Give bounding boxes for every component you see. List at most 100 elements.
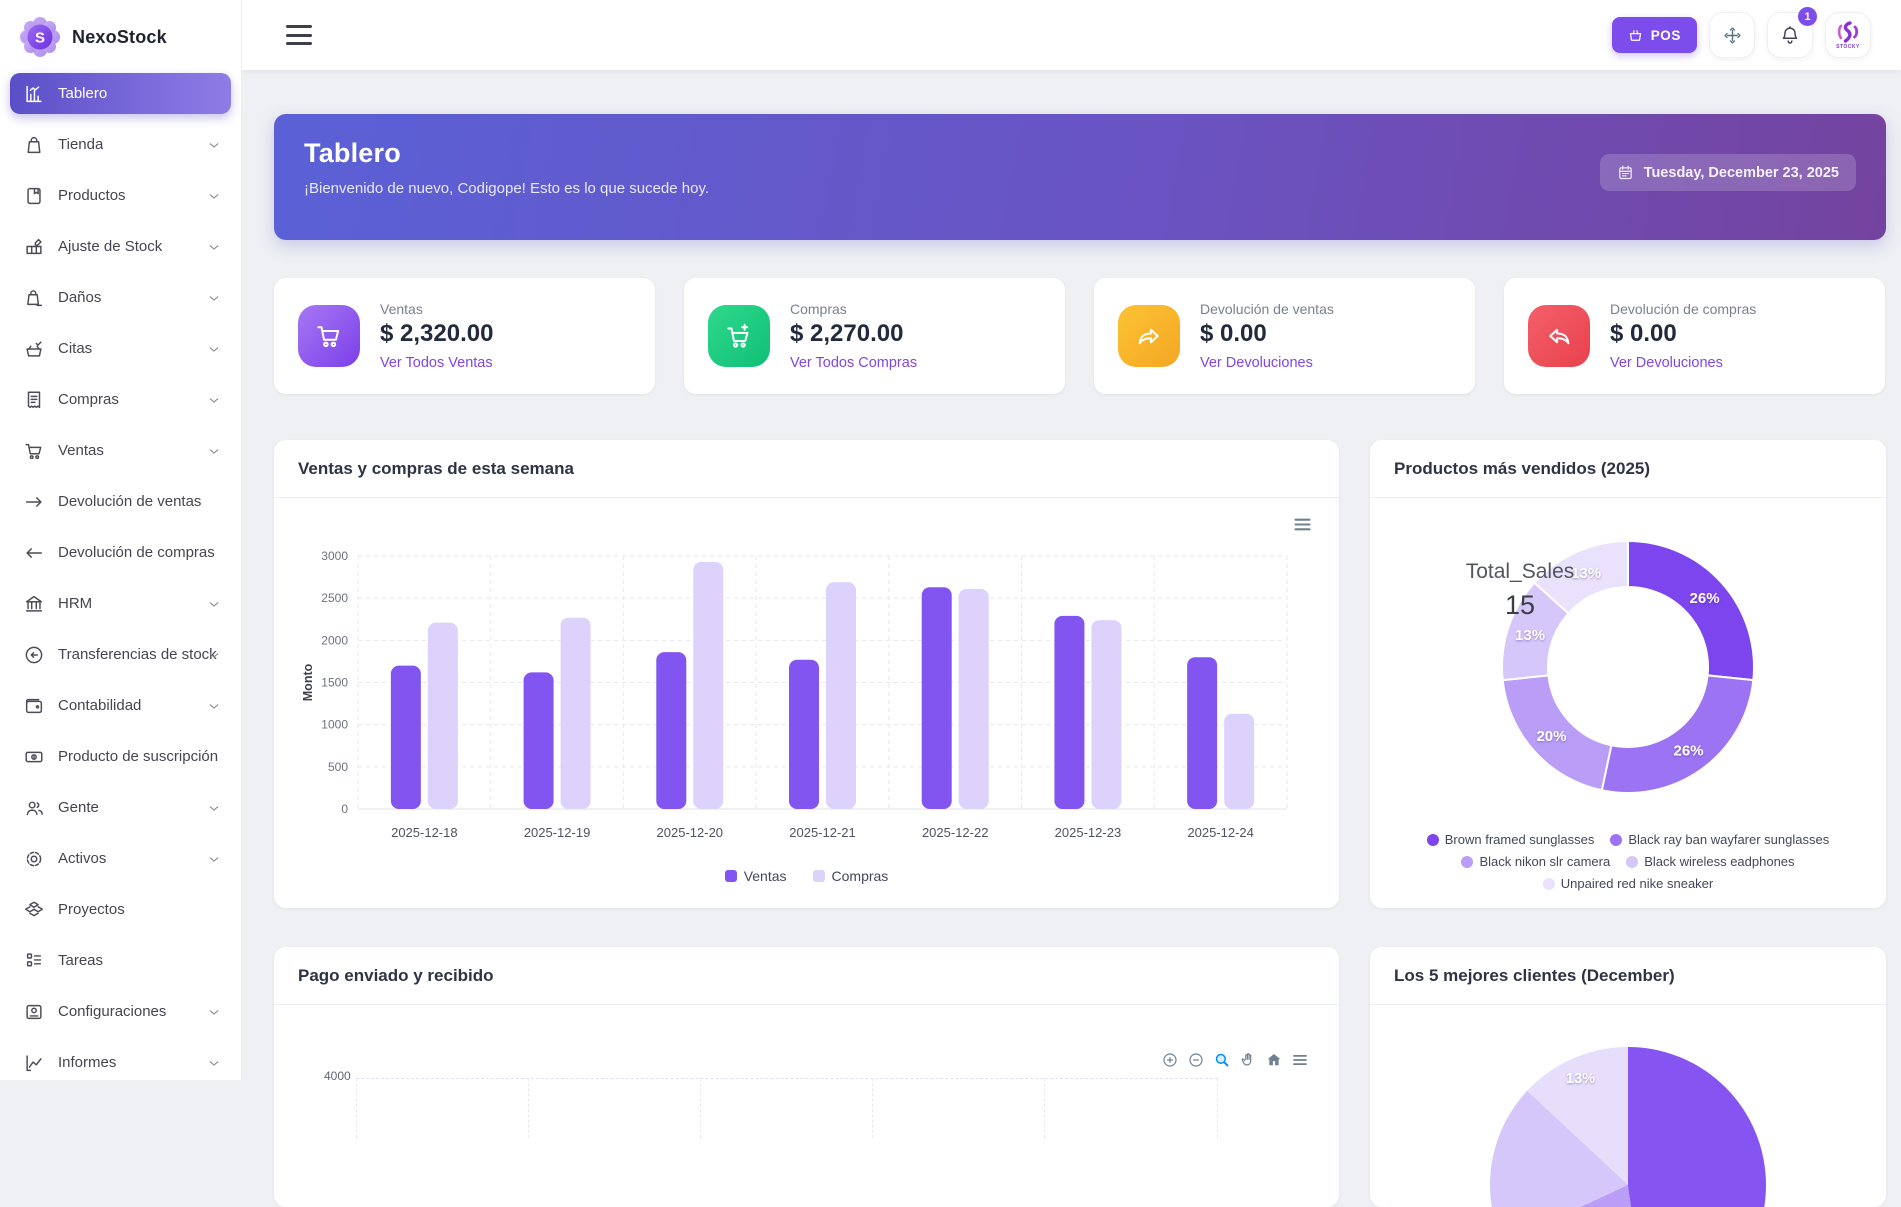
sidebar-item-label: Contabilidad [58,697,141,714]
svg-text:2025-12-19: 2025-12-19 [524,825,591,840]
legend-label: Compras [832,868,889,884]
sidebar: S NexoStock Tablero Tienda Productos Ajuste… [0,0,242,1080]
legend-item[interactable]: Ventas [725,868,787,884]
svg-text:26%: 26% [1690,590,1720,607]
sidebar-item-devolucion-de-compras[interactable]: Devolución de compras [10,532,231,573]
gridline [528,1078,529,1138]
sidebar-item-ventas[interactable]: Ventas [10,430,231,471]
reply-arrow-icon [1528,305,1590,367]
reports-trend-icon [23,1052,45,1074]
chart-title: Ventas y compras de esta semana [274,440,1339,498]
sidebar-item-label: Informes [58,1054,116,1071]
payments-chart-card: Pago enviado y recibido 4000 [274,947,1339,1207]
sidebar-item-tablero[interactable]: Tablero [10,73,231,114]
svg-text:1500: 1500 [321,676,348,690]
stock-adjust-icon [23,236,45,258]
chevron-down-icon [207,393,221,407]
chevron-down-icon [207,444,221,458]
sidebar-item-tareas[interactable]: Tareas [10,940,231,981]
svg-text:2025-12-24: 2025-12-24 [1187,825,1254,840]
svg-text:26%: 26% [1674,742,1704,759]
banknote-icon [23,746,45,768]
legend-label: Black nikon slr camera [1479,854,1610,869]
fullscreen-button[interactable] [1709,12,1755,58]
sidebar-item-gente[interactable]: Gente [10,787,231,828]
svg-text:2025-12-23: 2025-12-23 [1055,825,1122,840]
notifications-button[interactable]: 1 [1767,12,1813,58]
legend-item[interactable]: Compras [813,868,889,884]
sidebar-item-danos[interactable]: Daños [10,277,231,318]
sidebar-item-contabilidad[interactable]: Contabilidad [10,685,231,726]
sidebar-item-hrm[interactable]: HRM [10,583,231,624]
chevron-down-icon [207,189,221,203]
sidebar-item-label: Compras [58,391,119,408]
forward-arrow-icon [1118,305,1180,367]
transfer-circle-icon [23,644,45,666]
chevron-down-icon [207,138,221,152]
arrow-left-icon [23,542,45,564]
donut-chart[interactable]: 26%26%20%13%13% [1478,517,1778,817]
sidebar-item-configuraciones[interactable]: Configuraciones [10,991,231,1032]
topbar: POS 1 [242,0,1901,70]
svg-text:500: 500 [328,760,348,774]
legend-item[interactable]: Black nikon slr camera [1461,854,1610,869]
date-chip[interactable]: Tuesday, December 23, 2025 [1600,154,1856,191]
sidebar-item-label: Proyectos [58,901,125,918]
svg-text:13%: 13% [1571,565,1601,582]
chevron-down-icon [207,240,221,254]
svg-text:2025-12-21: 2025-12-21 [789,825,856,840]
stat-link[interactable]: Ver Todos Ventas [380,355,493,371]
hrm-bank-icon [23,593,45,615]
sidebar-item-tienda[interactable]: Tienda [10,124,231,165]
user-avatar[interactable]: STOCKY [1825,12,1871,58]
purchases-receipt-icon [23,389,45,411]
stat-label: Compras [790,301,917,317]
stat-value: $ 0.00 [1610,320,1756,348]
wallet-icon [23,695,45,717]
gridline [356,1078,1218,1079]
brand: S NexoStock [0,0,241,71]
store-bag-icon [23,134,45,156]
stat-value: $ 0.00 [1200,320,1334,348]
gridline [700,1078,701,1138]
legend-item[interactable]: Black ray ban wayfarer sunglasses [1610,832,1829,847]
sidebar-item-label: Devolución de compras [58,544,215,561]
projects-box-icon [23,899,45,921]
sidebar-item-label: Configuraciones [58,1003,166,1020]
bell-icon [1779,24,1801,46]
svg-text:13%: 13% [1515,627,1545,644]
gear-icon [23,848,45,870]
pos-button[interactable]: POS [1612,17,1697,53]
sidebar-item-transferencias-de-stock[interactable]: Transferencias de stock [10,634,231,675]
sidebar-item-productos[interactable]: Productos [10,175,231,216]
svg-text:2500: 2500 [321,591,348,605]
hamburger-menu-icon[interactable] [286,25,312,45]
top-products-chart-card: Productos más vendidos (2025) 26%26%20%1… [1370,440,1886,908]
sidebar-item-informes[interactable]: Informes [10,1042,231,1083]
sidebar-item-producto-de-suscripcion[interactable]: Producto de suscripción [10,736,231,777]
pie-percent-label: 13% [1566,1071,1595,1087]
sidebar-item-label: Daños [58,289,101,306]
clients-pie-chart[interactable]: 13% [1370,1005,1886,1207]
stat-card-compras: Compras$ 2,270.00Ver Todos Compras [684,278,1065,394]
sidebar-item-citas[interactable]: Citas [10,328,231,369]
sidebar-item-ajuste-de-stock[interactable]: Ajuste de Stock [10,226,231,267]
sidebar-item-proyectos[interactable]: Proyectos [10,889,231,930]
stat-link[interactable]: Ver Todos Compras [790,355,917,371]
sidebar-item-devolucion-de-ventas[interactable]: Devolución de ventas [10,481,231,522]
legend-item[interactable]: Black wireless eadphones [1626,854,1794,869]
legend-item[interactable]: Unpaired red nike sneaker [1543,876,1713,891]
welcome-banner: Tablero ¡Bienvenido de nuevo, Codigope! … [274,114,1886,240]
payments-chart[interactable]: 4000 [274,947,1339,1207]
sidebar-item-activos[interactable]: Activos [10,838,231,879]
legend-label: Black ray ban wayfarer sunglasses [1628,832,1829,847]
sidebar-item-label: Ajuste de Stock [58,238,162,255]
stat-link[interactable]: Ver Devoluciones [1200,355,1334,371]
sidebar-item-compras[interactable]: Compras [10,379,231,420]
legend-item[interactable]: Brown framed sunglasses [1427,832,1595,847]
legend-label: Ventas [744,868,787,884]
nexostock-logo-icon: S [20,17,60,57]
calendar-icon [1617,164,1634,181]
stat-link[interactable]: Ver Devoluciones [1610,355,1756,371]
chevron-down-icon [207,342,221,356]
